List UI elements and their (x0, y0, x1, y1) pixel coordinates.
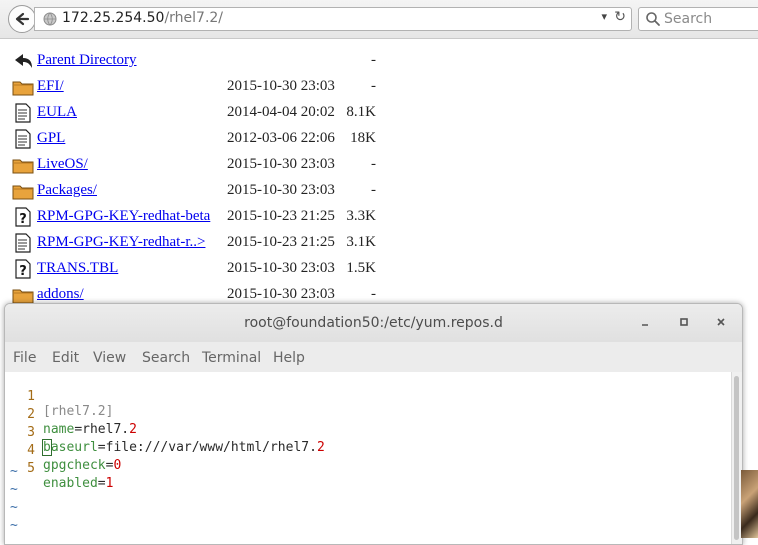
config-number: 2 (129, 422, 137, 437)
desktop-wallpaper (741, 470, 758, 538)
listing-row: EFI/2015-10-30 23:03 - (0, 74, 420, 100)
svg-text:?: ? (19, 264, 27, 279)
config-key: gpgcheck (43, 458, 106, 473)
url-host: 172.25.254.50 (62, 10, 165, 26)
terminal-editor[interactable]: 1 [rhel7.2] 2 name=rhel7.2 3 baseurl=fil… (5, 372, 732, 544)
file-size: 18K (350, 130, 376, 146)
file-size: 3.3K (346, 208, 376, 224)
folder-icon (12, 181, 34, 201)
file-size: - (371, 286, 376, 302)
listing-row: Parent Directory - (0, 48, 420, 74)
listing-row: ? TRANS.TBL 2015-10-30 23:03 1.5K (0, 256, 420, 282)
empty-line-marker: ~ (10, 464, 18, 479)
maximize-icon[interactable] (675, 313, 693, 331)
menu-search[interactable]: Search (142, 350, 190, 366)
text-file-icon (12, 129, 34, 149)
back-arrow-icon (15, 12, 30, 26)
modified-date: 2014-04-04 20:02 (227, 104, 335, 120)
folder-icon (12, 155, 34, 175)
back-folder-icon (12, 51, 34, 71)
file-link[interactable]: GPL (37, 130, 65, 147)
modified-date: 2015-10-30 23:03 (227, 286, 335, 302)
listing-row: Packages/2015-10-30 23:03 - (0, 178, 420, 204)
file-size: - (371, 78, 376, 94)
minimize-icon[interactable] (636, 313, 654, 331)
file-link[interactable]: RPM-GPG-KEY-redhat-beta (37, 208, 210, 225)
file-link[interactable]: RPM-GPG-KEY-redhat-r..> (37, 234, 205, 251)
file-size: 1.5K (346, 260, 376, 276)
modified-date: 2015-10-23 21:25 (227, 208, 335, 224)
file-link[interactable]: Parent Directory (37, 52, 137, 69)
editor-line: 1 [rhel7.2] (5, 374, 113, 419)
url-text[interactable]: 172.25.254.50/rhel7.2/ (62, 10, 223, 26)
listing-row: LiveOS/2015-10-30 23:03 - (0, 152, 420, 178)
terminal-title: root@foundation50:/etc/yum.repos.d (244, 315, 503, 331)
config-value: rhel7. (82, 422, 130, 437)
config-number: 1 (105, 476, 114, 491)
folder-icon (12, 285, 34, 305)
file-link[interactable]: Packages/ (37, 182, 97, 199)
browser-toolbar: 172.25.254.50/rhel7.2/ ▾ ↻ Search (0, 0, 758, 39)
file-link[interactable]: LiveOS/ (37, 156, 88, 173)
file-size: - (371, 156, 376, 172)
empty-line-marker: ~ (10, 500, 18, 515)
file-link[interactable]: TRANS.TBL (37, 260, 118, 277)
chevron-down-icon[interactable]: ▾ (601, 10, 607, 23)
menu-file[interactable]: File (13, 350, 36, 366)
search-bar[interactable]: Search (638, 7, 758, 31)
unknown-file-icon: ? (12, 207, 34, 227)
editor-line: 4 gpgcheck=0 (5, 428, 121, 473)
listing-row: EULA 2014-04-04 20:02 8.1K (0, 100, 420, 126)
listing-row: ? RPM-GPG-KEY-redhat-beta 2015-10-23 21:25… (0, 204, 420, 230)
editor-line: 3 baseurl=file:///var/www/html/rhel7.2 (5, 410, 325, 456)
file-link[interactable]: addons/ (37, 286, 84, 303)
reload-icon[interactable]: ↻ (614, 9, 626, 25)
folder-icon (12, 77, 34, 97)
globe-icon (43, 12, 57, 26)
empty-line-marker: ~ (10, 518, 18, 533)
menu-terminal[interactable]: Terminal (202, 350, 261, 366)
menu-edit[interactable]: Edit (52, 350, 79, 366)
modified-date: 2015-10-23 21:25 (227, 234, 335, 250)
magnifier-icon (646, 12, 660, 26)
svg-text:?: ? (19, 212, 27, 227)
url-bar[interactable]: 172.25.254.50/rhel7.2/ ▾ ↻ (34, 7, 632, 31)
listing-row: RPM-GPG-KEY-redhat-r..> 2015-10-23 21:25 3… (0, 230, 420, 256)
url-path: /rhel7.2/ (164, 10, 224, 26)
modified-date: 2012-03-06 22:06 (227, 130, 335, 146)
modified-date: 2015-10-30 23:03 (227, 182, 335, 198)
scrollbar-thumb[interactable] (734, 376, 739, 540)
modified-date: 2015-10-30 23:03 (227, 78, 335, 94)
menu-help[interactable]: Help (273, 350, 305, 366)
editor-line: 2 name=rhel7.2 (5, 392, 137, 437)
config-number: 0 (113, 458, 122, 473)
search-placeholder: Search (664, 11, 713, 27)
modified-date: 2015-10-30 23:03 (227, 260, 335, 276)
file-size: 3.1K (346, 234, 376, 250)
modified-date: 2015-10-30 23:03 (227, 156, 335, 172)
file-size: - (371, 52, 376, 68)
file-size: - (371, 182, 376, 198)
file-size: 8.1K (346, 104, 376, 120)
back-button[interactable] (8, 5, 36, 33)
editor-line: 5 enabled=1 (5, 446, 113, 491)
config-key: enabled (43, 476, 98, 491)
config-value: file:///var/www/html/rhel7. (105, 440, 317, 455)
config-number: 2 (316, 440, 325, 455)
terminal-menubar: File Edit View Search Terminal Help (5, 342, 742, 372)
section-header: [rhel7.2] (43, 404, 114, 419)
line-number: 5 (27, 461, 35, 476)
text-file-icon (12, 233, 34, 253)
text-file-icon (12, 103, 34, 123)
file-link[interactable]: EULA (37, 104, 77, 121)
terminal-window: root@foundation50:/etc/yum.repos.d File … (4, 303, 743, 545)
listing-row: GPL 2012-03-06 22:06 18K (0, 126, 420, 152)
empty-line-marker: ~ (10, 482, 18, 497)
menu-view[interactable]: View (93, 350, 126, 366)
unknown-file-icon: ? (12, 259, 34, 279)
terminal-titlebar[interactable]: root@foundation50:/etc/yum.repos.d (5, 304, 742, 343)
close-icon[interactable] (712, 313, 730, 331)
file-link[interactable]: EFI/ (37, 78, 64, 95)
